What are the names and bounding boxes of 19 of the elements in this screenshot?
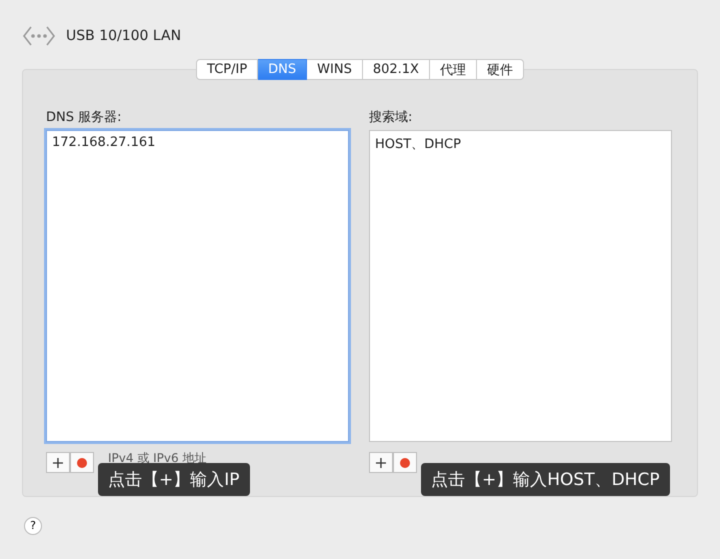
add-button[interactable]: + — [369, 452, 393, 473]
add-button[interactable]: + — [46, 452, 70, 473]
callout-tooltip: 点击【+】输入IP — [98, 463, 250, 496]
tab[interactable]: 802.1X — [362, 59, 430, 80]
callout-tooltip: 点击【+】输入HOST、DHCP — [421, 463, 670, 496]
list-box[interactable]: 172.168.27.161 — [46, 130, 349, 442]
tab[interactable]: 硬件 — [476, 59, 524, 80]
list-entry[interactable]: 172.168.27.161 — [52, 135, 156, 150]
tab[interactable]: WINS — [307, 59, 363, 80]
help-button[interactable]: ? — [24, 516, 42, 534]
interface-title: USB 10/100 LAN — [66, 28, 182, 44]
hint-text: IPv4 或 IPv6 地址 — [108, 452, 206, 465]
list-entry[interactable]: HOST、DHCP — [375, 135, 461, 153]
tab[interactable]: TCP/IP — [196, 59, 258, 80]
list-box[interactable]: HOST、DHCP — [369, 130, 672, 442]
network-arrows-icon — [22, 25, 56, 47]
tab[interactable]: 代理 — [430, 59, 477, 80]
list-label: 搜索域: — [369, 109, 414, 127]
list-label: DNS 服务器: — [46, 109, 122, 127]
